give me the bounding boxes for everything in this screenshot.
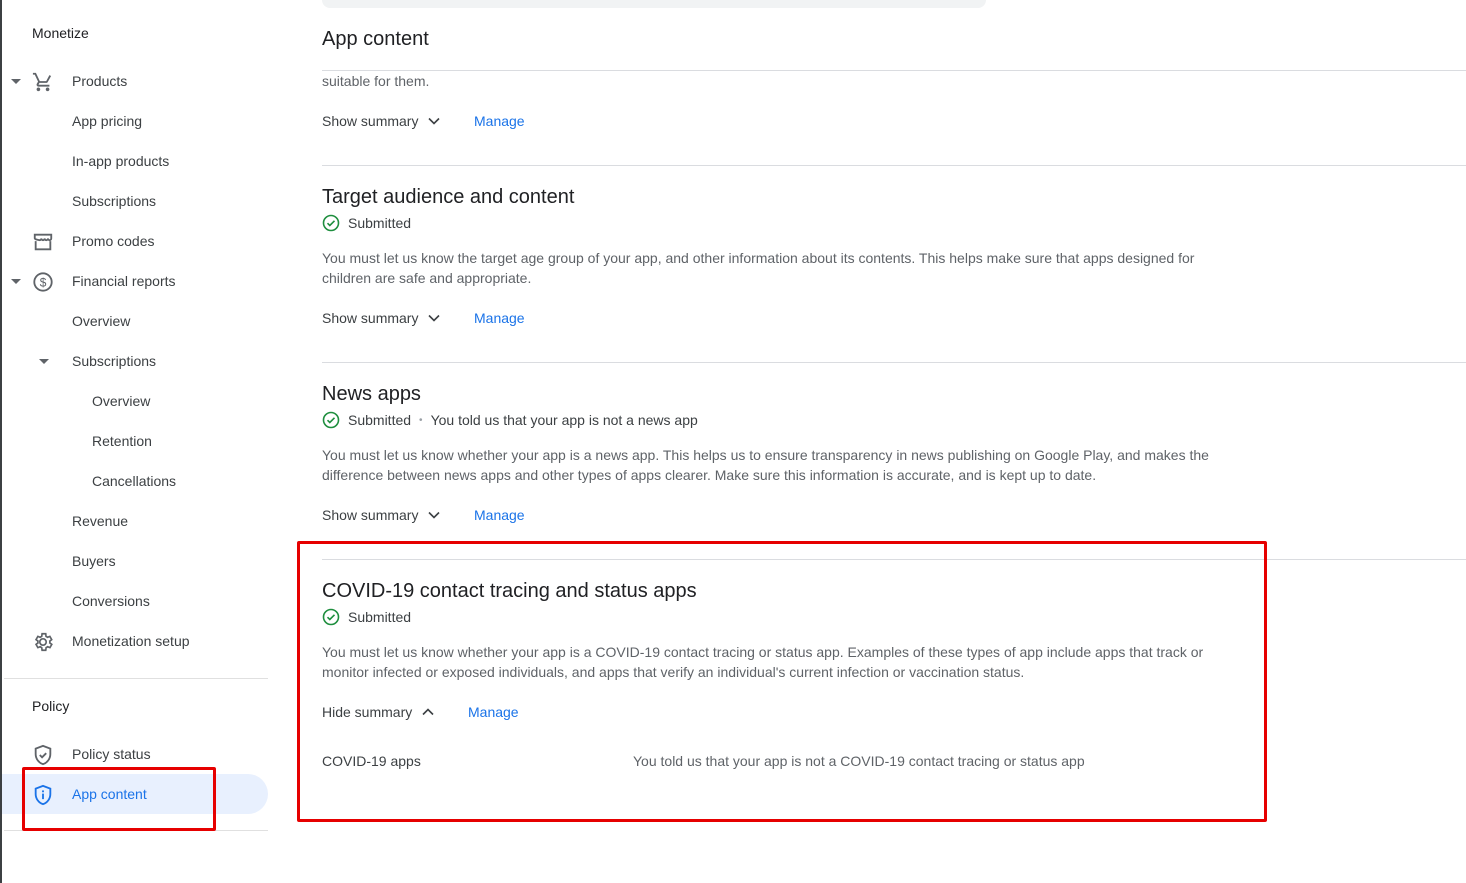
status-text: Submitted bbox=[348, 215, 412, 231]
sidebar-item-label: Subscriptions bbox=[72, 193, 157, 209]
sidebar-item-label: Monetization setup bbox=[72, 633, 190, 649]
partial-description: suitable for them. bbox=[322, 73, 430, 89]
status-note: You told us that your app is not a news … bbox=[430, 412, 698, 428]
expand-arrow-icon[interactable] bbox=[39, 359, 49, 364]
sidebar-item-conversions[interactable]: Conversions bbox=[2, 581, 268, 621]
check-circle-icon bbox=[322, 214, 340, 232]
sidebar-item-buyers[interactable]: Buyers bbox=[2, 541, 268, 581]
section-divider bbox=[322, 165, 1466, 166]
section-title: Target audience and content bbox=[322, 186, 575, 208]
sidebar-item-cancellations[interactable]: Cancellations bbox=[2, 461, 268, 501]
summary-toggle-label: Show summary bbox=[322, 113, 419, 129]
sidebar-item-app-pricing[interactable]: App pricing bbox=[2, 101, 268, 141]
sidebar-item-financial-reports[interactable]: $ Financial reports bbox=[2, 261, 268, 301]
manage-link[interactable]: Manage bbox=[474, 310, 525, 326]
separator-dot: • bbox=[419, 414, 423, 426]
policy-heading: Policy bbox=[32, 698, 70, 714]
sidebar-item-monetization-setup[interactable]: Monetization setup bbox=[2, 621, 268, 661]
shield-check-icon bbox=[34, 744, 52, 766]
sidebar: Monetize Products App pricing In-app pro… bbox=[0, 0, 268, 883]
show-summary-button[interactable]: Show summary bbox=[322, 507, 442, 523]
gear-icon bbox=[34, 632, 53, 652]
section-title: News apps bbox=[322, 383, 421, 405]
sidebar-item-in-app-products[interactable]: In-app products bbox=[2, 141, 268, 181]
section-description: You must let us know whether your app is… bbox=[322, 447, 1209, 483]
cart-icon bbox=[32, 72, 52, 92]
sidebar-item-label: Subscriptions bbox=[72, 353, 157, 369]
show-summary-button[interactable]: Show summary bbox=[322, 310, 442, 326]
sidebar-item-overview[interactable]: Overview bbox=[2, 301, 268, 341]
monetize-heading: Monetize bbox=[32, 25, 89, 41]
status-badge: Submitted • You told us that your app is… bbox=[322, 411, 698, 429]
sidebar-item-revenue[interactable]: Revenue bbox=[2, 501, 268, 541]
status-badge: Submitted bbox=[322, 214, 411, 232]
sidebar-item-subscriptions[interactable]: Subscriptions bbox=[2, 181, 268, 221]
sidebar-item-label: Cancellations bbox=[92, 473, 177, 489]
chevron-down-icon bbox=[428, 511, 441, 519]
sidebar-item-label: Revenue bbox=[72, 513, 129, 529]
expand-arrow-icon[interactable] bbox=[11, 279, 21, 284]
page-title: App content bbox=[322, 28, 429, 50]
sidebar-divider bbox=[4, 678, 268, 679]
sidebar-item-label: Policy status bbox=[72, 746, 151, 762]
sidebar-item-label: Overview bbox=[72, 313, 131, 329]
highlight-box bbox=[297, 541, 1267, 822]
chevron-down-icon bbox=[428, 314, 441, 322]
header-divider bbox=[322, 70, 1466, 71]
status-text: Submitted bbox=[348, 412, 412, 428]
sidebar-item-label: Retention bbox=[92, 433, 152, 449]
sidebar-item-financial-subscriptions[interactable]: Subscriptions bbox=[2, 341, 268, 381]
summary-toggle-label: Show summary bbox=[322, 507, 419, 523]
sidebar-item-label: In-app products bbox=[72, 153, 170, 169]
manage-link[interactable]: Manage bbox=[474, 113, 525, 129]
sidebar-item-products[interactable]: Products bbox=[2, 61, 268, 101]
summary-toggle-label: Show summary bbox=[322, 310, 419, 326]
expand-arrow-icon[interactable] bbox=[11, 79, 21, 84]
sidebar-item-label: Promo codes bbox=[72, 233, 155, 249]
sidebar-item-promo-codes[interactable]: Promo codes bbox=[2, 221, 268, 261]
section-divider bbox=[322, 362, 1466, 363]
dollar-icon: $ bbox=[33, 272, 53, 292]
sidebar-item-label: Overview bbox=[92, 393, 151, 409]
show-summary-button[interactable]: Show summary bbox=[322, 113, 442, 129]
section-description: You must let us know the target age grou… bbox=[322, 250, 1195, 286]
highlight-box bbox=[22, 767, 216, 831]
check-circle-icon bbox=[322, 411, 340, 429]
sidebar-item-label: Products bbox=[72, 73, 128, 89]
manage-link[interactable]: Manage bbox=[474, 507, 525, 523]
sidebar-item-subscriptions-overview[interactable]: Overview bbox=[2, 381, 268, 421]
top-card-edge bbox=[322, 0, 986, 8]
chevron-down-icon bbox=[428, 117, 441, 125]
svg-text:$: $ bbox=[40, 276, 47, 290]
sidebar-item-label: App pricing bbox=[72, 113, 143, 129]
sidebar-item-retention[interactable]: Retention bbox=[2, 421, 268, 461]
sidebar-item-label: Conversions bbox=[72, 593, 150, 609]
sidebar-item-label: Buyers bbox=[72, 553, 116, 569]
storefront-icon bbox=[33, 233, 53, 251]
sidebar-item-label: Financial reports bbox=[72, 273, 176, 289]
